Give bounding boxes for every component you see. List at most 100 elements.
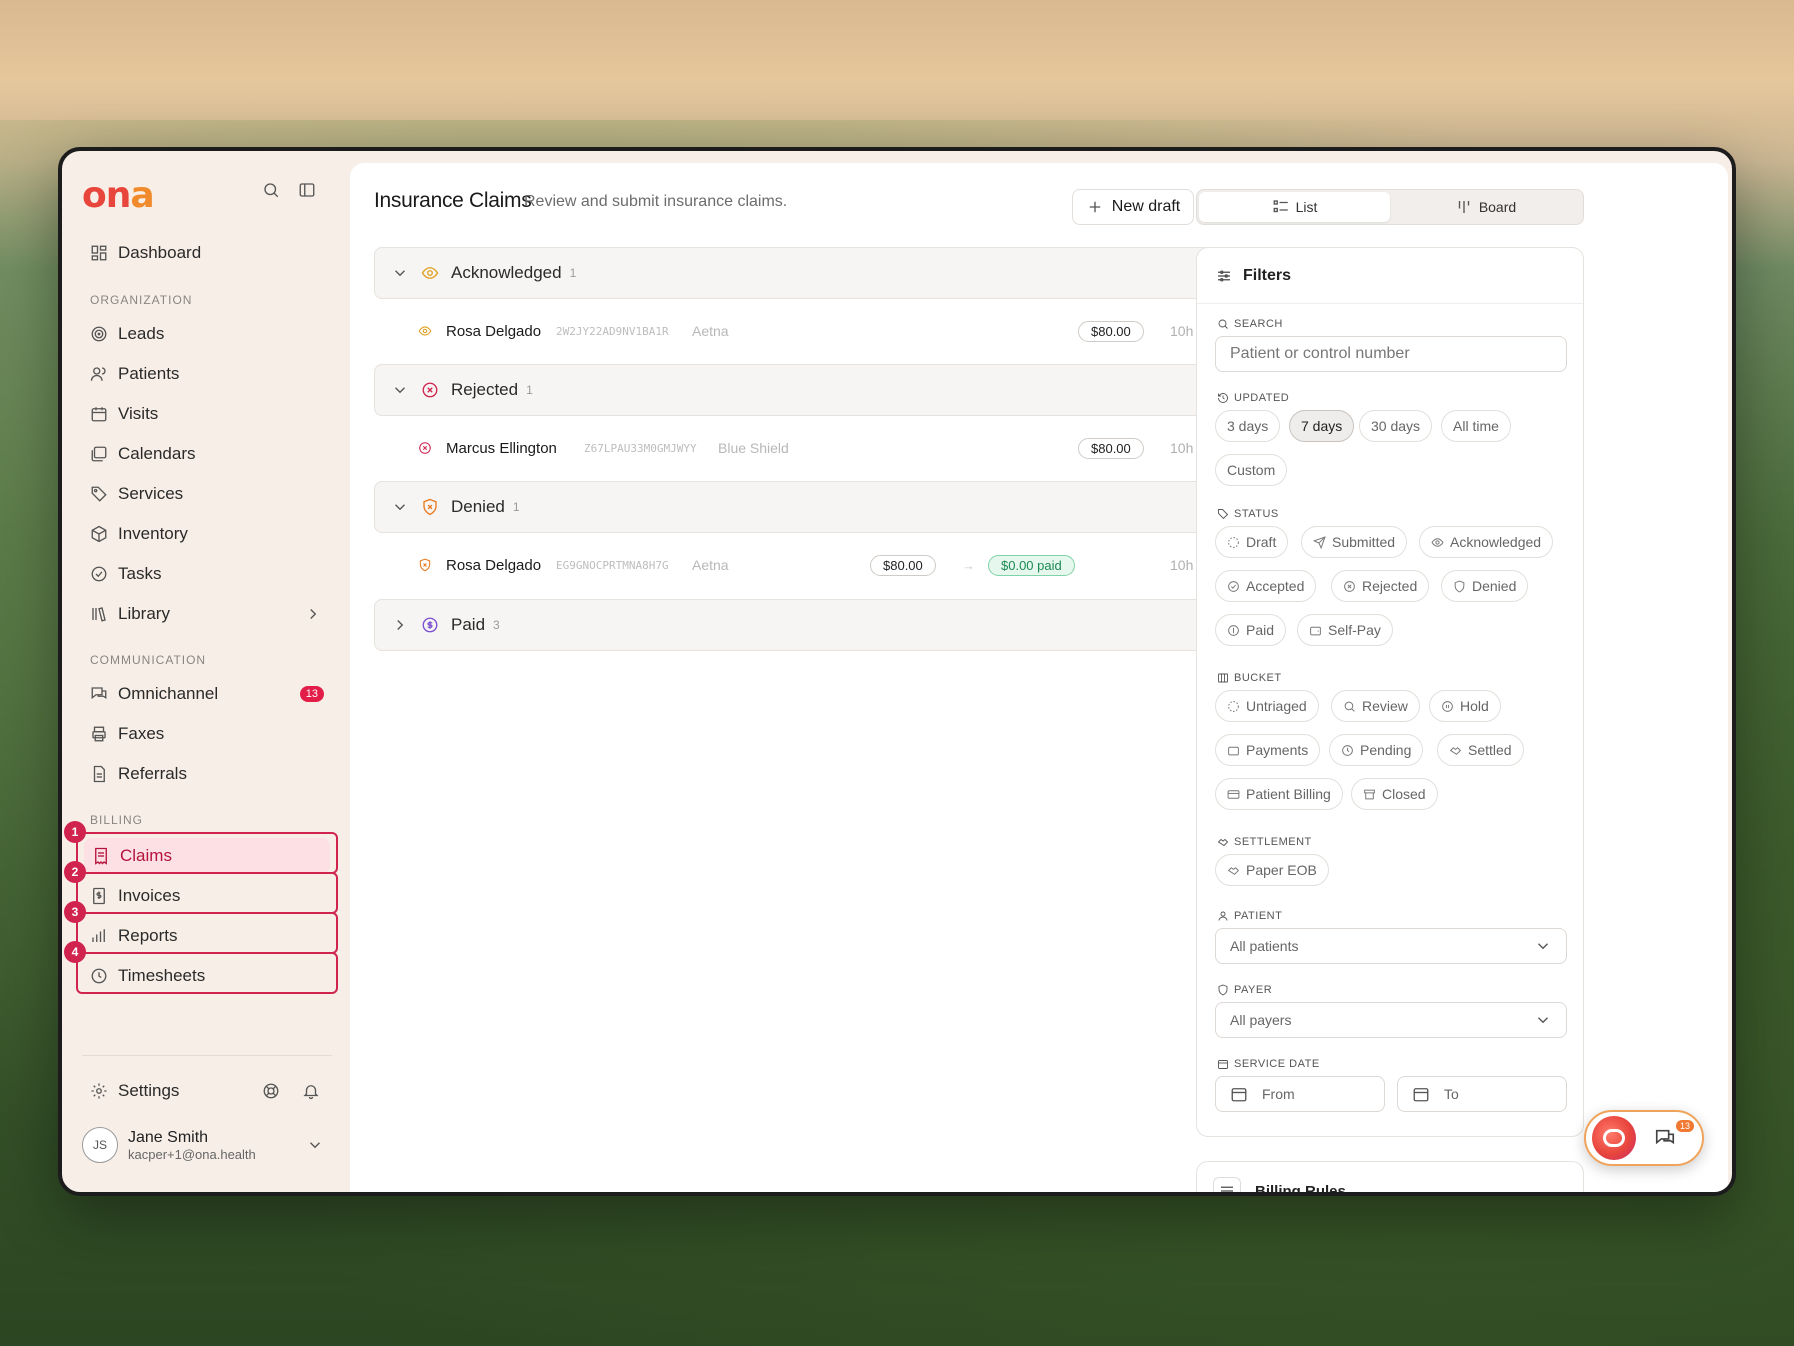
chevron-down-icon (1534, 1011, 1552, 1029)
tab-board-label: Board (1478, 199, 1517, 215)
group-acknowledged[interactable]: Acknowledged 1 (374, 247, 1292, 299)
sidebar-item-label: Patients (118, 364, 180, 383)
amount-pill: $80.00 (870, 554, 936, 576)
sidebar-item-library[interactable]: Library (82, 596, 332, 632)
group-denied[interactable]: Denied 1 (374, 481, 1292, 533)
eye-icon (1431, 536, 1444, 549)
sidebar-item-omnichannel[interactable]: Omnichannel 13 (82, 676, 332, 712)
status-option-paid[interactable]: Paid (1215, 614, 1287, 646)
patient-select[interactable]: All patients (1215, 928, 1567, 964)
dollar-circle-icon (1227, 624, 1240, 637)
sidebar-item-settings[interactable]: Settings (82, 1073, 332, 1109)
assistant-orb-icon[interactable] (1592, 1116, 1636, 1160)
sidebar-item-inventory[interactable]: Inventory (82, 516, 332, 552)
claim-row[interactable]: Rosa Delgado EG9GNOCPRTMNA8H7G Aetna $80… (374, 540, 1292, 590)
sidebar-item-faxes[interactable]: Faxes (82, 716, 332, 752)
sidebar-item-label: Visits (118, 404, 159, 423)
tag-icon (90, 485, 108, 503)
chevron-down-icon (391, 264, 409, 282)
sidebar-item-label: Referrals (118, 764, 187, 783)
search-input[interactable]: Patient or control number (1215, 336, 1567, 372)
tag-icon (1217, 508, 1229, 520)
billing-rules-card[interactable]: Billing Rules (1196, 1161, 1584, 1192)
claim-row[interactable]: Rosa Delgado 2W2JY22AD9NV1BA1R Aetna $80… (374, 306, 1292, 356)
tab-board[interactable]: Board (1390, 192, 1581, 222)
new-draft-label: New draft (1111, 198, 1181, 215)
calendar-icon (90, 405, 108, 423)
highlight-box-4 (76, 952, 338, 994)
pause-circle-icon (1441, 700, 1454, 713)
status-option-acknowledged[interactable]: Acknowledged (1419, 526, 1554, 558)
app-logo[interactable]: ona (82, 175, 155, 216)
app-window: ona Dashboard ORGANIZATION Leads Patient… (58, 147, 1736, 1196)
date-from-input[interactable]: From (1215, 1076, 1385, 1112)
section-billing: BILLING (90, 813, 144, 827)
box-icon (90, 525, 108, 543)
updated-option-selected[interactable]: 7 days (1289, 410, 1355, 442)
sidebar-item-dashboard[interactable]: Dashboard (82, 235, 332, 271)
sidebar-item-referrals[interactable]: Referrals (82, 756, 332, 792)
status-option-submitted[interactable]: Submitted (1301, 526, 1408, 558)
status-label: STATUS (1217, 508, 1279, 520)
user-menu[interactable]: JS Jane Smith kacper+1@ona.health (82, 1127, 332, 1163)
updated-label: UPDATED (1217, 392, 1289, 404)
chat-badge: 13 (1676, 1120, 1695, 1132)
tab-list[interactable]: List (1199, 192, 1390, 222)
sidebar-item-leads[interactable]: Leads (82, 316, 332, 352)
new-draft-button[interactable]: New draft (1072, 189, 1194, 225)
status-option-denied[interactable]: Denied (1441, 570, 1529, 602)
marker-2: 2 (64, 861, 86, 883)
eye-icon (418, 324, 432, 338)
bucket-option-closed[interactable]: Closed (1351, 778, 1438, 810)
calendars-icon (90, 445, 108, 463)
control-number: 2W2JY22AD9NV1BA1R (556, 324, 669, 338)
sidebar-item-tasks[interactable]: Tasks (82, 556, 332, 592)
zoom-icon (1343, 700, 1356, 713)
updated-option[interactable]: 3 days (1215, 410, 1281, 442)
date-to-input[interactable]: To (1397, 1076, 1567, 1112)
messages-icon[interactable] (1654, 1127, 1676, 1149)
bucket-option-patient-billing[interactable]: Patient Billing (1215, 778, 1343, 810)
section-organization: ORGANIZATION (90, 293, 193, 307)
payer-select[interactable]: All payers (1215, 1002, 1567, 1038)
patient-name: Marcus Ellington (446, 439, 557, 457)
calendar-icon (1217, 1058, 1229, 1070)
bucket-option-pending[interactable]: Pending (1329, 734, 1424, 766)
status-option-self-pay[interactable]: Self-Pay (1297, 614, 1393, 646)
chat-launcher[interactable]: 13 (1584, 1110, 1704, 1166)
page-title: Insurance Claims (374, 189, 532, 212)
chevron-down-icon (391, 381, 409, 399)
group-count: 3 (493, 618, 500, 632)
bucket-icon (1217, 672, 1229, 684)
bucket-option-hold[interactable]: Hold (1429, 690, 1501, 722)
sidebar-item-patients[interactable]: Patients (82, 356, 332, 392)
bucket-option-review[interactable]: Review (1331, 690, 1420, 722)
bucket-option-untriaged[interactable]: Untriaged (1215, 690, 1319, 722)
settlement-option-paper-eob[interactable]: Paper EOB (1215, 854, 1329, 886)
search-icon[interactable] (262, 181, 280, 199)
group-rejected[interactable]: Rejected 1 (374, 364, 1292, 416)
updated-option[interactable]: 30 days (1359, 410, 1433, 442)
sidebar-item-visits[interactable]: Visits (82, 396, 332, 432)
updated-option[interactable]: All time (1441, 410, 1511, 442)
group-paid[interactable]: Paid 3 (374, 599, 1292, 651)
control-number: EG9GNOCPRTMNA8H7G (556, 558, 669, 572)
sidebar-item-services[interactable]: Services (82, 476, 332, 512)
status-option-draft[interactable]: Draft (1215, 526, 1289, 558)
group-count: 1 (526, 383, 533, 397)
claim-row[interactable]: Marcus Ellington Z67LPAU33M0GMJWYY Blue … (374, 423, 1292, 473)
status-option-accepted[interactable]: Accepted (1215, 570, 1317, 602)
bell-icon[interactable] (302, 1082, 320, 1100)
updated-option[interactable]: Custom (1215, 454, 1288, 486)
x-circle-icon (418, 441, 432, 455)
shield-x-icon (418, 558, 432, 572)
help-icon[interactable] (262, 1082, 280, 1100)
bucket-option-payments[interactable]: Payments (1215, 734, 1321, 766)
sidebar-toggle-icon[interactable] (298, 181, 316, 199)
bucket-option-settled[interactable]: Settled (1437, 734, 1524, 766)
sidebar-item-label: Faxes (118, 724, 165, 743)
page-subtitle: Review and submit insurance claims. (524, 193, 788, 210)
sidebar-item-calendars[interactable]: Calendars (82, 436, 332, 472)
sidebar-item-label: Dashboard (118, 243, 202, 262)
status-option-rejected[interactable]: Rejected (1331, 570, 1430, 602)
